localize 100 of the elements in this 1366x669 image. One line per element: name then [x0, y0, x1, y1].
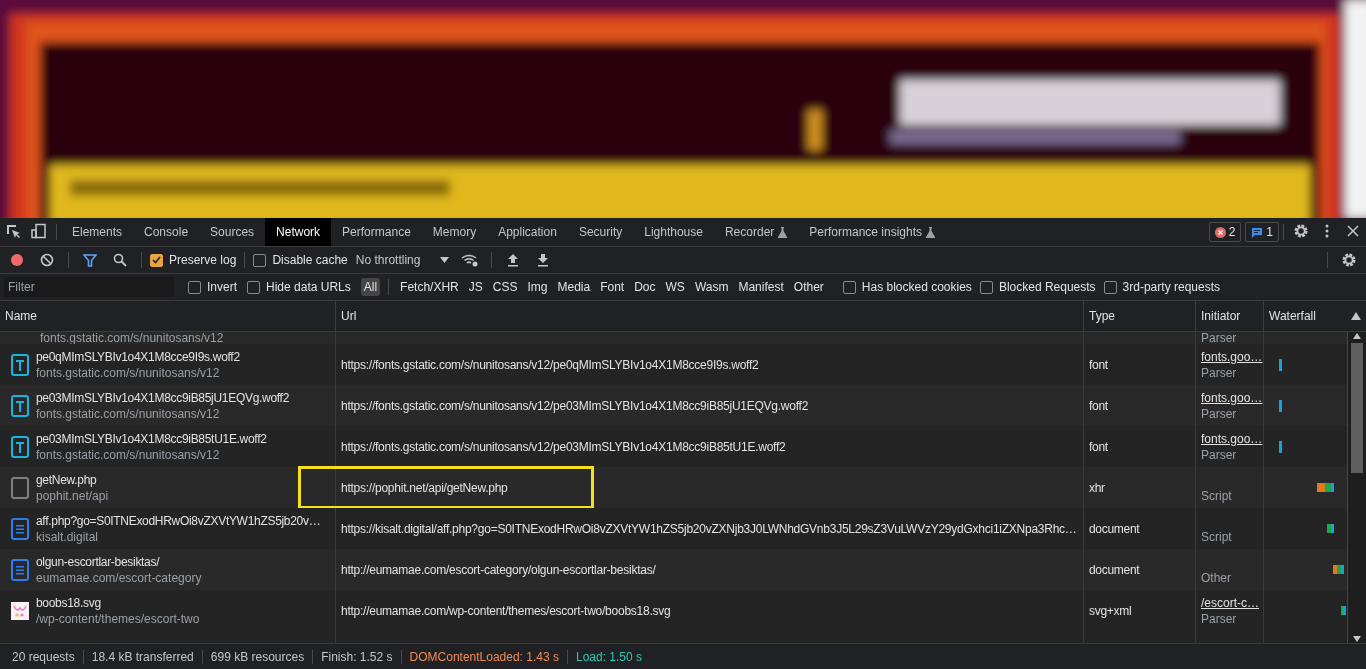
option-checkbox[interactable]: Invert — [188, 280, 237, 294]
panel-tab[interactable]: Security — [567, 218, 634, 246]
initiator-cause: Parser — [1201, 611, 1238, 626]
request-path: fonts.gstatic.com/s/nunitosans/v12 — [40, 332, 224, 344]
request-name[interactable]: pe03MImSLYBIv1o4X1M8cc9iB85jU1EQVg.woff2 — [36, 390, 290, 405]
request-path: kisalt.digital — [36, 529, 100, 544]
request-path: fonts.gstatic.com/s/nunitosans/v12 — [36, 406, 221, 421]
column-header[interactable]: Url — [341, 309, 357, 323]
request-path: pophit.net/api — [36, 488, 109, 503]
flask-icon — [926, 226, 936, 238]
status-text: 20 requests — [11, 649, 76, 664]
waterfall-bar-icon — [1279, 399, 1282, 412]
initiator-cause: Script — [1201, 529, 1233, 544]
request-url: https://fonts.gstatic.com/s/nunitosans/v12/pe03MImSLYBIv1o4X1M8cc9iB85tU1E.woff2 — [341, 439, 787, 454]
request-name[interactable]: getNew.php — [36, 472, 109, 487]
request-type: font — [1089, 357, 1109, 372]
request-type: xhr — [1089, 480, 1106, 495]
font-file-icon — [11, 353, 29, 376]
panel-tab[interactable]: Network — [265, 218, 332, 246]
checkmark-icon — [152, 256, 161, 264]
type-filter-button[interactable]: Wasm — [691, 278, 732, 296]
type-filter-button[interactable]: Fetch/XHR — [397, 278, 462, 296]
waterfall-bar-icon — [1317, 483, 1334, 492]
initiator-cause: Parser — [1201, 332, 1238, 344]
scrollbar-thumb[interactable] — [1351, 342, 1363, 473]
initiator-cause: Other — [1201, 570, 1232, 585]
throttling-dropdown[interactable]: No throttling — [351, 253, 454, 267]
status-text: Load: 1.50 s — [567, 649, 651, 664]
request-path: eumamae.com/escort-category — [36, 570, 202, 585]
panel-tab[interactable]: Elements — [61, 218, 134, 246]
request-name[interactable]: pe0qMImSLYBIv1o4X1M8cce9I9s.woff2 — [36, 349, 240, 364]
request-url: http://eumamae.com/escort-category/olgun-escortlar-besiktas/ — [341, 562, 657, 577]
column-header[interactable]: Type — [1089, 309, 1115, 323]
image-thumbnail-icon — [11, 601, 29, 620]
option-checkbox[interactable]: Hide data URLs — [247, 280, 351, 294]
type-filter-button[interactable]: Manifest — [735, 278, 787, 296]
column-header[interactable]: Name — [5, 309, 37, 323]
request-name[interactable]: olgun-escortlar-besiktas/ — [36, 554, 202, 569]
request-type: font — [1089, 398, 1109, 413]
request-type: svg+xml — [1089, 603, 1133, 618]
request-url: http://eumamae.com/wp-content/themes/escort-two/boobs18.svg — [341, 603, 672, 618]
panel-tab[interactable]: Console — [133, 218, 200, 246]
type-filter-button[interactable]: Media — [554, 278, 594, 296]
panel-tab[interactable]: Performance — [331, 218, 422, 246]
scroll-up-icon[interactable] — [1352, 332, 1362, 340]
type-filter-button[interactable]: WS — [662, 278, 688, 296]
initiator-cause: Parser — [1201, 447, 1238, 462]
document-icon — [11, 558, 29, 581]
request-name[interactable]: aff.php?go=S0ITNExodHRwOi8vZXVtYW1hZS5jb20v… — [36, 513, 321, 528]
request-url: https://fonts.gstatic.com/s/nunitosans/v12/pe03MImSLYBIv1o4X1M8cc9iB85jU1EQVg.woff2 — [341, 398, 810, 413]
initiator-cause: Parser — [1201, 406, 1238, 421]
panel-tab[interactable]: Lighthouse — [633, 218, 714, 246]
option-checkbox[interactable]: Has blocked cookies — [842, 280, 972, 294]
panel-tab[interactable]: Sources — [199, 218, 266, 246]
document-icon — [11, 517, 29, 540]
filter-field[interactable]: Filter — [4, 277, 174, 297]
option-checkbox[interactable]: 3rd-party requests — [1103, 280, 1220, 294]
type-filter-button[interactable]: Other — [790, 278, 827, 296]
request-type: document — [1089, 562, 1141, 577]
type-filter-button[interactable]: CSS — [489, 278, 521, 296]
option-checkbox[interactable]: Preserve log — [150, 253, 237, 267]
sort-ascending-icon[interactable] — [1351, 312, 1361, 320]
caret-icon — [440, 257, 450, 263]
scroll-down-icon[interactable] — [1352, 635, 1362, 643]
initiator-link[interactable]: /escort-c… — [1201, 595, 1258, 610]
message-count-badge[interactable]: 1 — [1245, 222, 1279, 242]
error-count-badge[interactable]: 2 — [1208, 222, 1242, 242]
type-filter-button[interactable]: Img — [524, 278, 551, 296]
option-checkbox[interactable]: Disable cache — [253, 253, 348, 267]
initiator-cause: Script — [1201, 488, 1233, 503]
blank-file-icon — [11, 476, 29, 499]
panel-tab[interactable]: Performance insights — [798, 218, 947, 246]
request-type: font — [1089, 439, 1109, 454]
panel-tab[interactable]: Application — [487, 218, 568, 246]
request-url: https://kisalt.digital/aff.php?go=S0ITNExodHRwOi8vZXVtYW1hZS5jb20vZXNjb3J0LWNhdGVnb3J5L29sZ3VuLWVzY29ydGxhci1iZXNpa3Rhc… — [341, 521, 1078, 536]
type-filter-button[interactable]: All — [360, 278, 381, 296]
type-filter-button[interactable]: Doc — [631, 278, 659, 296]
request-url: https://fonts.gstatic.com/s/nunitosans/v12/pe0qMImSLYBIv1o4X1M8cce9I9s.woff2 — [341, 357, 760, 372]
panel-tab[interactable]: Memory — [421, 218, 488, 246]
option-checkbox[interactable]: Blocked Requests — [979, 280, 1096, 294]
request-name[interactable]: boobs18.svg — [36, 595, 200, 610]
waterfall-bar-icon — [1333, 565, 1344, 574]
status-text: 18.4 kB transferred — [82, 649, 202, 664]
column-header[interactable]: Initiator — [1201, 309, 1241, 323]
font-file-icon — [11, 394, 29, 417]
request-url: https://pophit.net/api/getNew.php — [341, 480, 509, 495]
status-text: Finish: 1.52 s — [312, 649, 401, 664]
request-path: /wp-content/themes/escort-two — [36, 611, 200, 626]
status-text: 699 kB resources — [201, 649, 313, 664]
request-type: document — [1089, 521, 1141, 536]
waterfall-bar-icon — [1341, 606, 1346, 615]
request-path: fonts.gstatic.com/s/nunitosans/v12 — [36, 365, 221, 380]
request-name[interactable]: pe03MImSLYBIv1o4X1M8cc9iB85tU1E.woff2 — [36, 431, 267, 446]
waterfall-bar-icon — [1279, 358, 1282, 371]
status-text: DOMContentLoaded: 1.43 s — [400, 649, 567, 664]
type-filter-button[interactable]: JS — [465, 278, 486, 296]
type-filter-button[interactable]: Font — [597, 278, 628, 296]
panel-tab[interactable]: Recorder — [713, 218, 799, 246]
request-path: fonts.gstatic.com/s/nunitosans/v12 — [36, 447, 221, 462]
column-header[interactable]: Waterfall — [1269, 309, 1316, 323]
